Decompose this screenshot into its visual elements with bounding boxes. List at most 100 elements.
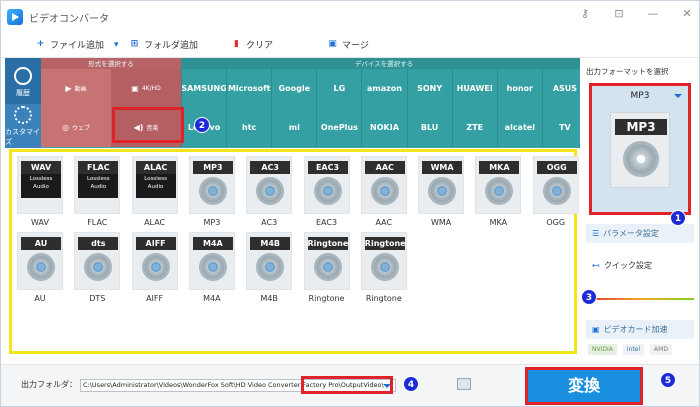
format-card-mka[interactable]: MKA MKA xyxy=(474,156,522,228)
format-card-au[interactable]: AU AU xyxy=(16,232,64,304)
format-card-flac[interactable]: FLAC Lossless Audio FLAC xyxy=(73,156,121,228)
output-format-selector[interactable]: MP3 MP3 xyxy=(589,83,691,215)
format-card-alac[interactable]: ALAC Lossless Audio ALAC xyxy=(131,156,179,228)
device-alcatel[interactable]: alcatel xyxy=(496,108,542,147)
device-blu[interactable]: BLU xyxy=(406,108,452,147)
disc-icon xyxy=(623,141,659,177)
format-icon: AC3 xyxy=(246,156,293,214)
format-label: AAC xyxy=(375,218,393,227)
output-path-field[interactable]: C:\Users\Administrator\Videos\WonderFox … xyxy=(80,379,396,392)
device-google[interactable]: Google xyxy=(271,69,317,108)
toolbar: + ファイル追加 ▾ ⊞ フォルダ追加 ▮ クリア ▣ マージ xyxy=(1,33,699,58)
format-icon-label: AAC xyxy=(364,161,405,174)
app-logo-icon xyxy=(7,9,23,25)
tab-web[interactable]: ◎ ウェブ xyxy=(41,108,111,147)
format-icon-label: M4A xyxy=(192,237,233,250)
format-card-aiff[interactable]: AIFF AIFF xyxy=(131,232,179,304)
tab-video[interactable]: ▶ 動画 xyxy=(41,69,111,108)
format-icon-label: EAC3 xyxy=(307,161,348,174)
format-label: FLAC xyxy=(87,218,108,227)
format-icon-label: ALAC xyxy=(135,161,176,174)
quality-slider[interactable] xyxy=(586,293,694,305)
device-sony[interactable]: SONY xyxy=(406,69,452,108)
format-card-wav[interactable]: WAV Lossless Audio WAV xyxy=(16,156,64,228)
device-label: Google xyxy=(278,84,310,93)
add-file-button[interactable]: + ファイル追加 ▾ xyxy=(35,38,119,51)
bottom-bar: 出力フォルダ： C:\Users\Administrator\Videos\Wo… xyxy=(1,364,699,406)
open-folder-icon[interactable] xyxy=(457,378,471,390)
format-card-dts[interactable]: dts DTS xyxy=(73,232,121,304)
format-label: Ringtone xyxy=(308,294,345,303)
device-huawei[interactable]: HUAWEI xyxy=(451,69,497,108)
disc-icon xyxy=(84,253,113,281)
cart-icon[interactable]: ⊡ xyxy=(611,7,627,20)
format-card-wma[interactable]: WMA WMA xyxy=(417,156,465,228)
disc-icon xyxy=(198,253,227,281)
format-icon-label: AIFF xyxy=(135,237,176,250)
format-icon-label: Ringtone xyxy=(307,237,349,250)
app-window: ビデオコンバータ ⚷ ⊡ — ✕ + ファイル追加 ▾ ⊞ フォルダ追加 ▮ ク… xyxy=(0,0,700,407)
history-label: 履歴 xyxy=(16,88,30,97)
format-card-m4b[interactable]: M4B M4B xyxy=(245,232,293,304)
disc-icon xyxy=(141,253,170,281)
tab-audio[interactable]: ◀) 音楽 xyxy=(111,108,181,147)
device-samsung[interactable]: SAMSUNG xyxy=(181,69,227,108)
format-card-ringtone[interactable]: Ringtone Ringtone xyxy=(303,232,351,304)
format-card-ac3[interactable]: AC3 AC3 xyxy=(245,156,293,228)
add-folder-button[interactable]: ⊞ フォルダ追加 xyxy=(129,38,198,51)
format-icon: FLAC Lossless Audio xyxy=(74,156,121,214)
customize-label: カスタマイズ xyxy=(5,127,40,146)
output-format-dropdown[interactable]: MP3 xyxy=(592,86,688,106)
clear-button[interactable]: ▮ クリア xyxy=(231,38,273,51)
output-format-title: 出力フォーマットを選択 xyxy=(586,67,669,76)
slider-track xyxy=(586,298,694,300)
device-oneplus[interactable]: OnePlus xyxy=(316,108,362,147)
gear-icon xyxy=(14,105,32,124)
parameter-settings-button[interactable]: ☰ パラメータ設定 xyxy=(586,224,694,243)
device-honor[interactable]: honor xyxy=(496,69,542,108)
format-card-eac3[interactable]: EAC3 EAC3 xyxy=(303,156,351,228)
key-icon[interactable]: ⚷ xyxy=(577,7,593,20)
format-card-m4a[interactable]: M4A M4A xyxy=(188,232,236,304)
chip-icon: ▣ xyxy=(592,325,600,334)
device-zte[interactable]: ZTE xyxy=(451,108,497,147)
format-icon: MKA xyxy=(475,156,522,214)
convert-button[interactable]: 変換 xyxy=(525,367,643,405)
format-icon: M4B xyxy=(246,232,293,290)
tab-4k-hd[interactable]: ▣ 4K/HD xyxy=(111,69,181,108)
window-title: ビデオコンバータ xyxy=(29,13,109,25)
format-card-mp3[interactable]: MP3 MP3 xyxy=(188,156,236,228)
merge-label: マージ xyxy=(342,41,369,51)
device-nokia[interactable]: NOKIA xyxy=(361,108,407,147)
web-label: ウェブ xyxy=(71,125,90,132)
disc-icon xyxy=(198,177,227,205)
minimize-icon[interactable]: — xyxy=(645,7,661,20)
device-label: LG xyxy=(333,84,346,93)
sliders-icon: ☰ xyxy=(592,229,600,238)
format-card-aac[interactable]: AAC AAC xyxy=(360,156,408,228)
output-folder-label: 出力フォルダ： xyxy=(21,380,77,389)
chevron-down-icon xyxy=(674,94,682,98)
dropdown-icon[interactable]: ▾ xyxy=(114,40,119,50)
gpu-acceleration-button[interactable]: ▣ ビデオカード加速 xyxy=(586,320,694,339)
merge-button[interactable]: ▣ マージ xyxy=(327,38,369,51)
clear-label: クリア xyxy=(246,41,274,51)
device-microsoft[interactable]: Microsoft xyxy=(226,69,272,108)
device-label: SAMSUNG xyxy=(181,84,227,93)
device-htc[interactable]: htc xyxy=(226,108,272,147)
window-controls: ⚷ ⊡ — ✕ xyxy=(577,7,695,20)
format-card-ogg[interactable]: OGG OGG xyxy=(532,156,580,228)
close-icon[interactable]: ✕ xyxy=(679,7,695,20)
trash-icon: ▮ xyxy=(234,39,239,49)
disc-icon xyxy=(370,253,399,281)
quick-settings-label-row: ⊷ クイック設定 xyxy=(586,256,694,275)
customize-button[interactable]: カスタマイズ xyxy=(5,104,41,148)
device-amazon[interactable]: amazon xyxy=(361,69,407,108)
format-icon-label: OGG xyxy=(536,161,577,174)
device-mi[interactable]: mi xyxy=(271,108,317,147)
device-label: OnePlus xyxy=(320,123,358,132)
format-card-ringtone[interactable]: Ringtone Ringtone xyxy=(360,232,408,304)
history-button[interactable]: 履歴 xyxy=(5,60,41,104)
callout-badge-1: 1 xyxy=(670,210,686,226)
device-lg[interactable]: LG xyxy=(316,69,362,108)
